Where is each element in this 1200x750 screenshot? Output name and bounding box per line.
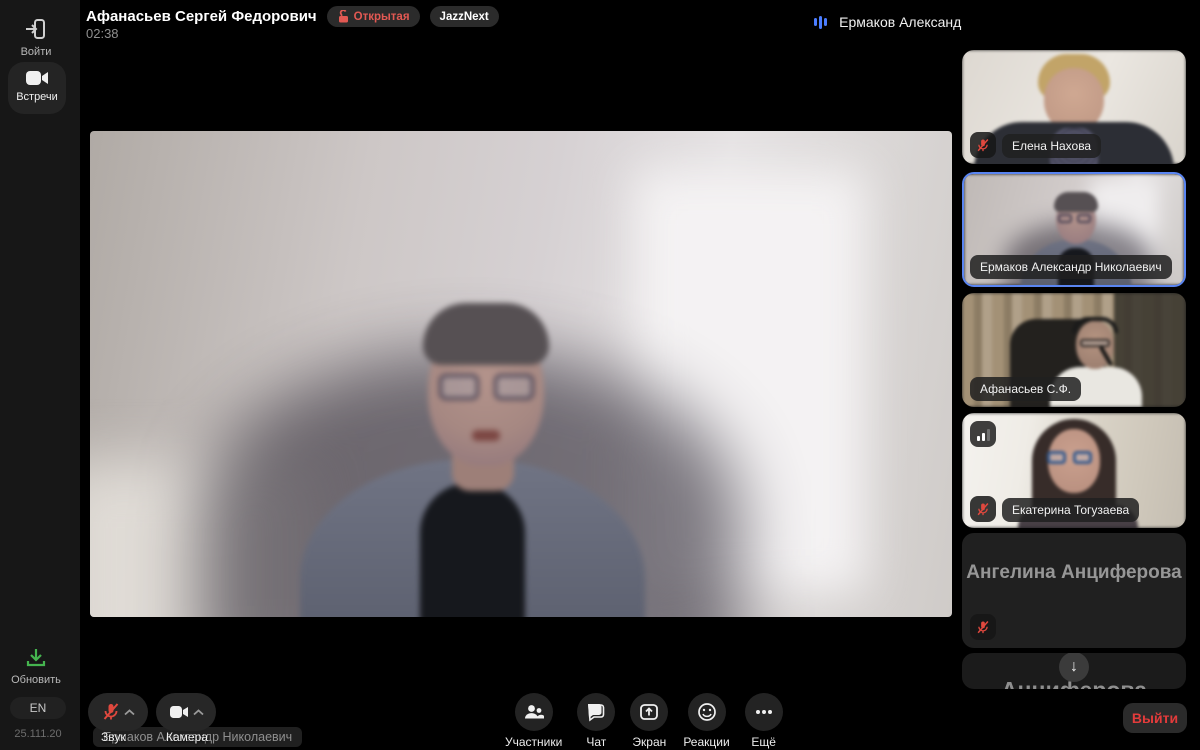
camera-label: Камера [166,730,208,744]
screen-share-button[interactable]: Экран [630,693,668,749]
participant-tile-camera-off[interactable]: Ангелина Анциферова [962,533,1186,648]
participant-tile-active-speaker[interactable]: Ермаков Александр Николаевич [962,172,1186,287]
chat-icon [586,702,606,722]
open-lock-icon [337,10,349,23]
participant-name: Афанасьев С.Ф. [970,377,1081,401]
reactions-smiley-icon [697,702,717,722]
chat-button[interactable]: Чат [577,693,615,749]
login-icon [0,16,72,42]
login-label: Войти [0,46,72,58]
mic-chevron-up-icon[interactable] [124,709,135,716]
camera-chevron-up-icon[interactable] [193,709,204,716]
meetings-label: Встречи [8,91,66,103]
mic-muted-icon [102,702,120,722]
sidebar-item-meetings[interactable]: Встречи [8,62,66,114]
mic-muted-icon [970,496,996,522]
audio-activity-icon [814,15,827,29]
meeting-header: Афанасьев Сергей Федорович Открытая Jazz… [86,6,499,27]
stage-video-art [90,131,952,617]
participant-name: Елена Нахова [1002,134,1101,158]
participants-button[interactable]: Участники [505,693,562,749]
participant-name: Ермаков Александр Николаевич [970,255,1172,279]
participant-tile-partial[interactable]: Анциферова ↓ [962,653,1186,689]
meeting-toolbar: Участники Чат [505,693,783,749]
sidebar-item-login[interactable]: Войти [0,16,72,58]
language-button[interactable]: EN [10,697,66,719]
product-badge: JazzNext [430,6,499,27]
stage-video[interactable] [90,131,952,617]
mic-muted-icon [970,132,996,158]
scroll-down-icon[interactable]: ↓ [1059,653,1089,682]
sidebar-item-update[interactable]: Обновить [0,646,72,686]
participant-tile[interactable]: Елена Нахова [962,50,1186,164]
connection-quality-icon [970,421,996,447]
jazz-meeting-window: Войти Встречи Обновить EN 25.111. [0,0,1200,750]
open-meeting-badge: Открытая [327,6,420,27]
sound-label: Звук [101,730,126,744]
update-label: Обновить [0,674,72,686]
participant-tile[interactable]: Афанасьев С.Ф. [962,293,1186,407]
participant-name: Ангелина Анциферова [962,557,1186,589]
open-badge-label: Открытая [354,11,410,23]
participants-rail: Елена Нахова Ермаков Александр Николаеви… [962,0,1200,750]
leave-button[interactable]: Выйти [1123,703,1187,733]
more-dots-icon [755,709,773,715]
mic-muted-icon [970,614,996,640]
meetings-camera-icon [8,69,66,87]
app-version: 25.111.20 [0,728,76,740]
more-button[interactable]: Ещё [745,693,783,749]
mic-toggle-button[interactable] [88,693,148,731]
participant-name: Екатерина Тогузаева [1002,498,1139,522]
camera-toggle-button[interactable] [156,693,216,731]
meeting-title: Афанасьев Сергей Федорович [86,8,317,25]
download-update-icon [0,646,72,670]
camera-on-icon [169,705,189,719]
participants-icon [523,703,545,721]
app-sidebar: Войти Встречи Обновить EN 25.111. [0,0,80,750]
reactions-button[interactable]: Реакции [683,693,729,749]
participant-tile[interactable]: Екатерина Тогузаева [962,413,1186,528]
meeting-timer: 02:38 [86,26,119,41]
screen-share-icon [639,702,659,722]
